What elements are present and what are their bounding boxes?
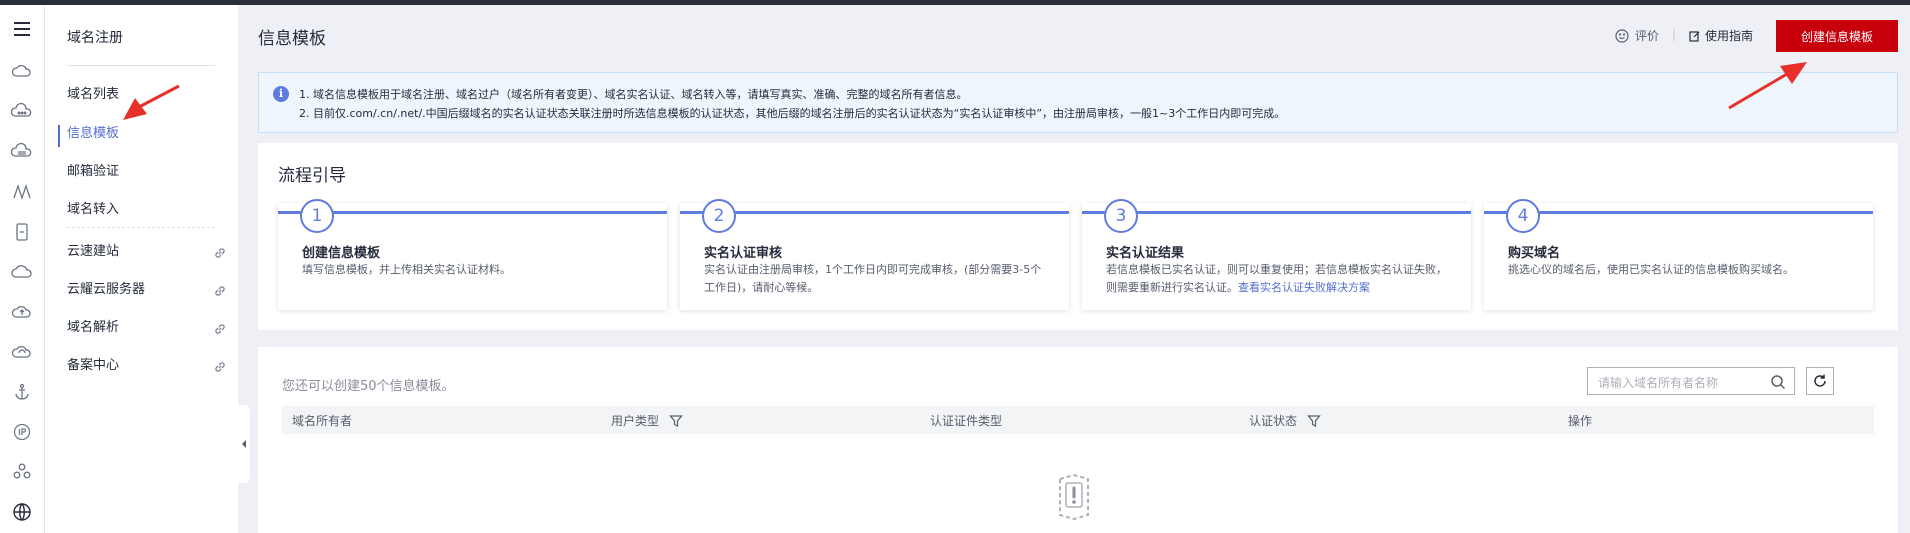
create-template-button[interactable]: 创建信息模板	[1776, 20, 1898, 52]
flow-title: 流程引导	[278, 166, 346, 186]
cluster-icon[interactable]	[8, 458, 36, 486]
menu-icon[interactable]	[8, 15, 36, 43]
sidebar-item-label: 云耀云服务器	[67, 282, 146, 297]
banner-line: 2. 目前仅.com/.cn/.net/.中国后缀域名的实名认证状态关联注册时所…	[299, 107, 1286, 120]
column-header-auth-status: 认证状态	[1249, 412, 1321, 429]
column-header-user-type: 用户类型	[611, 412, 683, 429]
empty-state-icon	[1059, 473, 1089, 521]
globe-icon[interactable]	[8, 498, 36, 526]
filter-icon[interactable]	[1307, 414, 1321, 428]
sidebar-item-label: 备案中心	[67, 358, 120, 373]
step-title: 创建信息模板	[302, 246, 381, 261]
page-title: 信息模板	[258, 29, 326, 49]
sidebar-item-email-verify[interactable]: 邮箱验证	[67, 160, 227, 184]
domain-sidebar: 域名注册 域名列表 信息模板 邮箱验证 域名转入 云速建站 云耀云服务器 域名解…	[45, 5, 238, 533]
step-number: 2	[702, 199, 736, 233]
sidebar-item-site-builder[interactable]: 云速建站	[67, 240, 227, 264]
sidebar-item-domain-list[interactable]: 域名列表	[67, 83, 227, 107]
step-description: 挑选心仪的域名后，使用已实名认证的信息模板购买域名。	[1508, 263, 1794, 276]
sidebar-item-label: 域名解析	[67, 320, 120, 335]
step-line	[680, 211, 1069, 214]
column-header-owner: 域名所有者	[292, 414, 353, 428]
cloud-upload-icon[interactable]	[8, 298, 36, 326]
sidebar-collapse-button[interactable]	[238, 405, 250, 483]
cloud-server-icon[interactable]	[8, 98, 36, 126]
guide-label: 使用指南	[1705, 29, 1754, 43]
sidebar-item-info-template[interactable]: 信息模板	[67, 122, 227, 146]
step-description: 若信息模板已实名认证，则可以重复使用；若信息模板实名认证失败，则需要重新进行实名…	[1106, 261, 1451, 297]
table-header: 域名所有者 用户类型 认证证件类型 认证状态 操作	[282, 406, 1874, 434]
external-link-icon	[215, 248, 225, 258]
cloud-sync-icon[interactable]	[8, 338, 36, 366]
network-icon[interactable]	[8, 178, 36, 206]
info-banner: i 1. 域名信息模板用于域名注册、域名过户（域名所有者变更）、域名实名认证、域…	[258, 72, 1898, 133]
flow-guide-card: 流程引导 1 创建信息模板 填写信息模板，并上传相关实名认证材料。 2 实名认证…	[258, 143, 1898, 330]
flow-step: 2 实名认证审核 实名认证由注册局审核，1个工作日内即可完成审核，(部分需要3-…	[680, 199, 1069, 310]
template-table-card: 您还可以创建50个信息模板。 请输入域名所有者名称 域名所有者 用户类型 认证证…	[258, 347, 1898, 533]
sidebar-item-icp-filing[interactable]: 备案中心	[67, 354, 227, 378]
step-number: 4	[1506, 199, 1540, 233]
anchor-icon[interactable]	[8, 378, 36, 406]
step-line	[1484, 211, 1873, 214]
service-icon-rail	[0, 5, 45, 533]
step-number: 1	[300, 199, 334, 233]
storage-icon[interactable]	[8, 218, 36, 246]
info-icon: i	[273, 86, 289, 102]
external-link-icon	[215, 362, 225, 372]
column-header-cert-type: 认证证件类型	[930, 414, 1003, 428]
rate-label: 评价	[1635, 29, 1660, 43]
search-icon[interactable]	[1770, 374, 1786, 390]
collapse-left-icon	[242, 440, 246, 448]
edit-doc-icon	[1689, 30, 1700, 42]
sidebar-item-domain-transfer[interactable]: 域名转入	[67, 198, 227, 222]
sidebar-item-cloud-server[interactable]: 云耀云服务器	[67, 278, 227, 302]
flow-step: 4 购买域名 挑选心仪的域名后，使用已实名认证的信息模板购买域名。	[1484, 199, 1873, 310]
owner-search-input[interactable]: 请输入域名所有者名称	[1587, 367, 1795, 395]
header-divider: |	[1672, 27, 1677, 41]
sidebar-title: 域名注册	[67, 30, 123, 46]
remaining-count-text: 您还可以创建50个信息模板。	[282, 379, 455, 394]
step-number: 3	[1104, 199, 1138, 233]
sidebar-item-label: 云速建站	[67, 244, 120, 259]
flow-step: 3 实名认证结果 若信息模板已实名认证，则可以重复使用；若信息模板实名认证失败，…	[1082, 199, 1471, 310]
top-bar	[0, 0, 1910, 5]
cloud-icon[interactable]	[8, 58, 36, 86]
sidebar-item-dns[interactable]: 域名解析	[67, 316, 227, 340]
column-header-actions: 操作	[1568, 414, 1593, 428]
column-header-label: 认证状态	[1249, 414, 1298, 428]
step-title: 实名认证结果	[1106, 246, 1185, 261]
ip-icon[interactable]	[8, 418, 36, 446]
rate-link[interactable]: 评价	[1615, 27, 1659, 44]
column-header-label: 用户类型	[611, 414, 660, 428]
guide-link[interactable]: 使用指南	[1689, 27, 1753, 44]
smile-icon	[1615, 28, 1629, 43]
database-cloud-icon[interactable]	[8, 138, 36, 166]
banner-line: 1. 域名信息模板用于域名注册、域名过户（域名所有者变更）、域名实名认证、域名转…	[299, 88, 968, 101]
step-line	[1082, 211, 1471, 214]
step-title: 购买域名	[1508, 246, 1561, 261]
step-title: 实名认证审核	[704, 246, 783, 261]
cloud-outline-icon[interactable]	[8, 258, 36, 286]
filter-icon[interactable]	[669, 414, 683, 428]
step-description: 填写信息模板，并上传相关实名认证材料。	[302, 263, 511, 276]
active-indicator	[58, 125, 60, 147]
divider	[67, 65, 215, 66]
search-placeholder: 请输入域名所有者名称	[1598, 376, 1719, 390]
view-failure-solution-link[interactable]: 查看实名认证失败解决方案	[1238, 281, 1370, 294]
step-line	[278, 211, 667, 214]
external-link-icon	[215, 324, 225, 334]
refresh-icon	[1814, 374, 1826, 387]
divider	[67, 227, 215, 228]
external-link-icon	[215, 286, 225, 296]
step-description: 实名认证由注册局审核，1个工作日内即可完成审核，(部分需要3-5个工作日)，请耐…	[704, 263, 1042, 294]
flow-step: 1 创建信息模板 填写信息模板，并上传相关实名认证材料。	[278, 199, 667, 310]
refresh-button[interactable]	[1806, 367, 1834, 395]
